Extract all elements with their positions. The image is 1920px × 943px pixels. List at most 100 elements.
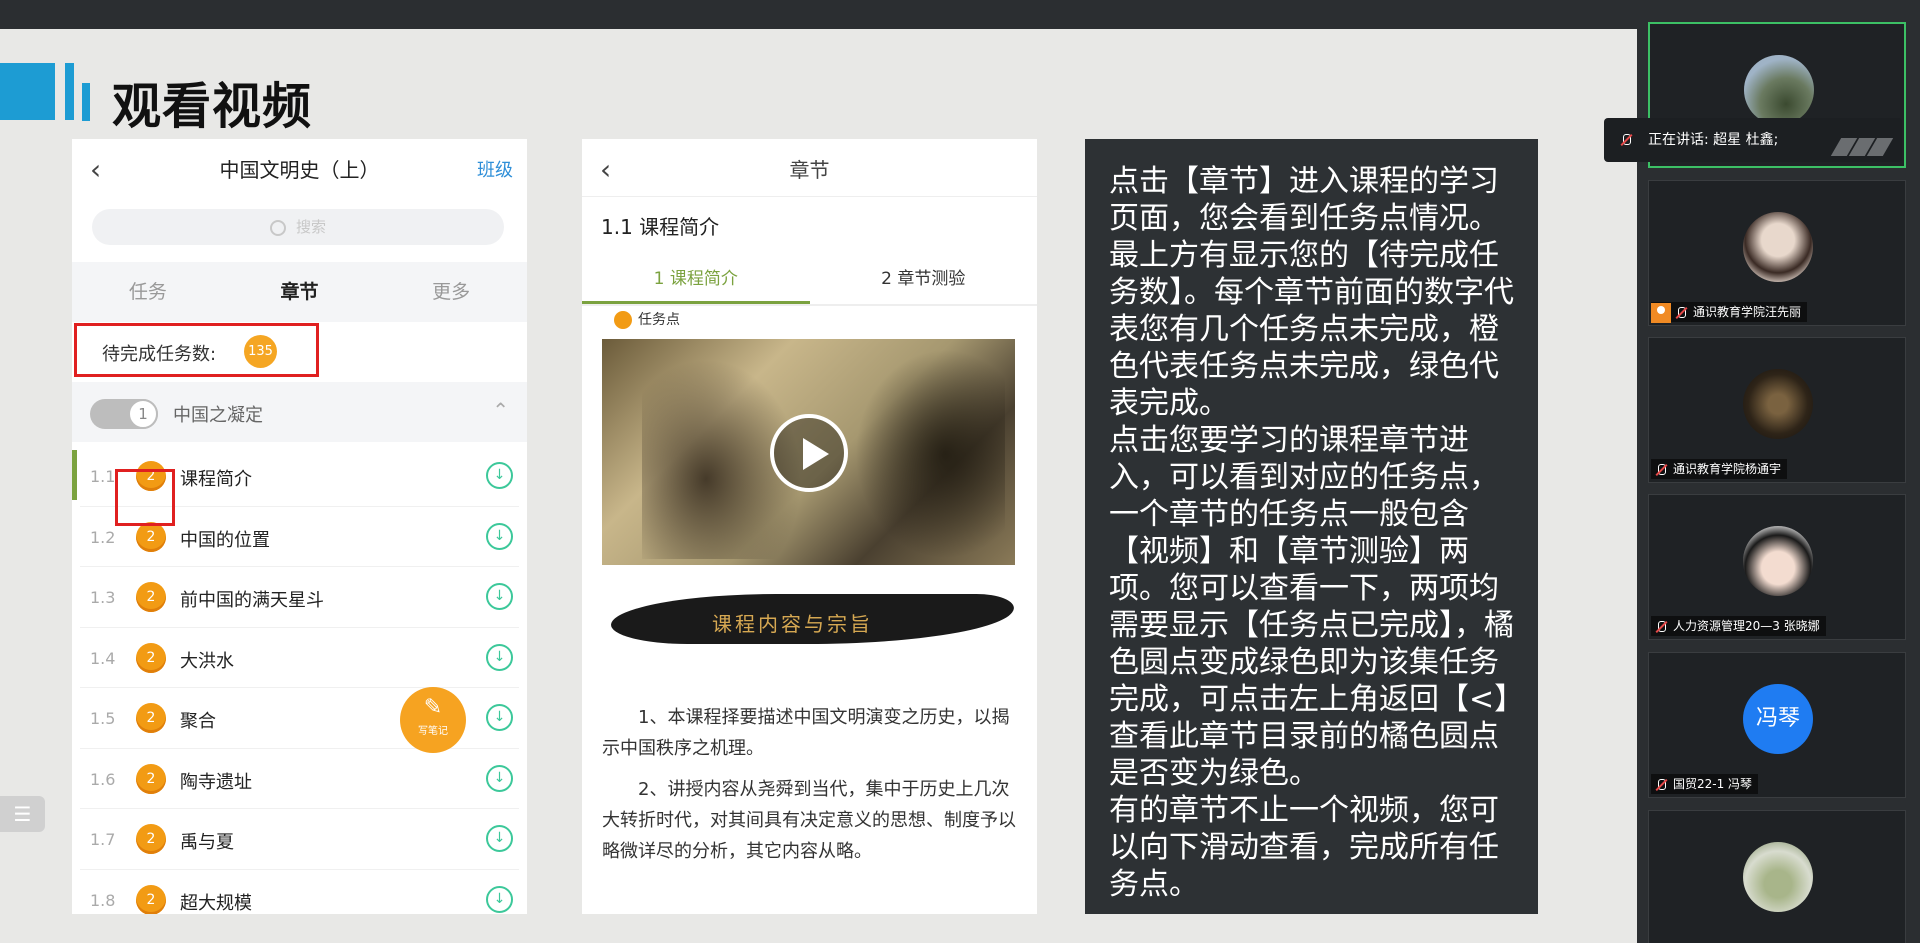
download-icon[interactable]: ↓ (486, 462, 513, 489)
chapter-index: 1 (128, 399, 158, 429)
avatar (1743, 369, 1813, 439)
mic-muted-icon (1655, 463, 1667, 476)
participant-tile[interactable] (1648, 810, 1906, 943)
participant-name-tag: 通识教育学院汪先丽 (1651, 302, 1808, 323)
section-number: 1.1 (90, 467, 116, 486)
slide-title: 观看视频 (112, 78, 313, 135)
task-count-badge: 2 (136, 642, 166, 673)
tab-course-intro[interactable]: 1 课程简介 (582, 254, 810, 304)
pending-tasks-bar: 待完成任务数: 135 (72, 322, 527, 382)
chevron-up-icon[interactable]: ⌃ (492, 398, 509, 422)
section-header: ‹ 章节 (582, 139, 1037, 197)
participant-tile[interactable]: 通识教育学院汪先丽 (1648, 180, 1906, 326)
task-count-badge: 2 (136, 884, 166, 914)
section-name: 大洪水 (180, 650, 234, 672)
host-icon (1651, 302, 1671, 323)
participant-tile[interactable]: 通识教育学院杨通宇 (1648, 337, 1906, 483)
list-item[interactable]: 1.3 2 前中国的满天星斗 ↓ (80, 567, 519, 628)
participant-tile[interactable]: 人力资源管理20—3 张晓娜 (1648, 494, 1906, 640)
course-chapter-screen: ‹ 中国文明史（上） 班级 搜索 任务 章节 更多 待完成任务数: 135 1 … (72, 139, 527, 914)
banner-text: 课程内容与宗旨 (712, 612, 873, 636)
instruction-panel: 点击【章节】进入课程的学习页面，您会看到任务点情况。最上方有显示您的【待完成任务… (1085, 139, 1538, 914)
avatar: 冯琴 (1743, 684, 1813, 754)
download-icon[interactable]: ↓ (486, 643, 513, 671)
title-decoration-bar-small (82, 83, 90, 121)
task-point-label: 任务点 (614, 309, 680, 329)
course-tabs: 任务 章节 更多 (72, 262, 527, 322)
avatar (1743, 212, 1813, 282)
chapter-toggle: 1 (90, 399, 158, 429)
paragraph: 1、本课程择要描述中国文明演变之历史，以揭示中国秩序之机理。 (602, 707, 1010, 759)
chapter-header[interactable]: 1 中国之凝定 ⌃ (72, 382, 527, 442)
section-tabs: 1 课程简介 2 章节测验 (582, 254, 1037, 306)
pending-tasks-label: 待完成任务数: (102, 344, 217, 365)
outline-menu-icon[interactable]: ☰ (0, 796, 45, 832)
tab-chapters[interactable]: 章节 (224, 262, 376, 322)
section-detail-screen: ‹ 章节 1.1 课程简介 1 课程简介 2 章节测验 任务点 课程内容与宗旨 … (582, 139, 1037, 914)
class-link[interactable]: 班级 (477, 156, 513, 182)
course-title: 中国文明史（上） (219, 158, 380, 182)
download-icon[interactable]: ↓ (486, 764, 513, 792)
play-icon[interactable] (770, 414, 848, 492)
search-icon (269, 219, 286, 236)
participant-tile[interactable]: 冯琴 国贸22-1 冯琴 (1648, 652, 1906, 798)
download-icon[interactable]: ↓ (486, 522, 513, 550)
mic-muted-icon (1655, 620, 1667, 633)
download-icon[interactable]: ↓ (486, 825, 513, 852)
speaking-text: 正在讲话: 超星 杜鑫; (1648, 132, 1779, 148)
video-player[interactable] (602, 339, 1015, 565)
task-count-badge: 2 (136, 763, 166, 794)
list-item[interactable]: 1.4 2 大洪水 ↓ (80, 628, 519, 688)
section-number: 1.8 (90, 890, 116, 910)
section-number: 1.5 (90, 709, 116, 728)
section-name: 中国的位置 (180, 529, 270, 551)
pending-count-badge: 135 (244, 335, 277, 368)
download-icon[interactable]: ↓ (486, 704, 513, 731)
collapse-arrow-icon[interactable] (1830, 130, 1894, 156)
list-item[interactable]: 1.7 2 禹与夏 ↓ (80, 809, 519, 870)
chapter-title: 中国之凝定 (173, 405, 263, 426)
avatar (1743, 842, 1813, 912)
section-screen-title: 章节 (789, 158, 830, 182)
mic-muted-icon (1655, 778, 1667, 791)
course-description: 1、本课程择要描述中国文明演变之历史，以揭示中国秩序之机理。 2、讲授内容从尧舜… (602, 702, 1017, 877)
edit-icon: ✎ (423, 695, 443, 720)
tab-more[interactable]: 更多 (375, 262, 527, 322)
speaking-indicator: 正在讲话: 超星 杜鑫; (1604, 118, 1902, 162)
mic-muted-icon (1620, 134, 1632, 146)
section-name: 课程简介 (180, 469, 252, 490)
write-note-button[interactable]: ✎ 写笔记 (400, 687, 466, 753)
tab-chapter-quiz[interactable]: 2 章节测验 (810, 254, 1038, 304)
task-count-badge: 2 (136, 521, 166, 552)
participant-name-tag: 国贸22-1 冯琴 (1651, 774, 1759, 794)
list-item[interactable]: 1.6 2 陶寺遗址 ↓ (80, 749, 519, 809)
list-item[interactable]: 1.8 2 超大规模 ↓ (80, 870, 519, 914)
mic-muted-icon (1675, 306, 1687, 319)
section-number: 1.2 (90, 527, 116, 547)
instruction-text: 点击【章节】进入课程的学习页面，您会看到任务点情况。最上方有显示您的【待完成任务… (1109, 164, 1514, 902)
download-icon[interactable]: ↓ (486, 885, 513, 913)
title-decoration-block (0, 63, 55, 120)
section-name: 禹与夏 (180, 832, 234, 853)
download-icon[interactable]: ↓ (486, 583, 513, 610)
task-status-dot-icon (614, 311, 632, 329)
section-number: 1.3 (90, 588, 116, 607)
section-name: 前中国的满天星斗 (180, 590, 324, 611)
section-number: 1.4 (90, 648, 116, 668)
first-item-highlight-box (115, 469, 175, 526)
task-count-badge: 2 (136, 703, 166, 733)
avatar (1743, 526, 1813, 596)
participant-name-tag: 通识教育学院杨通宇 (1651, 459, 1788, 479)
section-number: 1.7 (90, 830, 116, 849)
participant-name-tag: 人力资源管理20—3 张晓娜 (1651, 616, 1826, 636)
task-count-badge: 2 (136, 582, 166, 612)
paragraph: 2、讲授内容从尧舜到当代，集中于历史上几次大转折时代，对其间具有决定意义的思想、… (602, 779, 1016, 862)
course-header: ‹ 中国文明史（上） 班级 (72, 139, 527, 197)
section-number: 1.6 (90, 769, 116, 789)
title-decoration-bar (65, 63, 74, 120)
search-placeholder: 搜索 (295, 218, 326, 236)
task-count-badge: 2 (136, 824, 166, 854)
tab-tasks[interactable]: 任务 (72, 262, 224, 322)
search-input[interactable]: 搜索 (92, 209, 504, 245)
content-banner: 课程内容与宗旨 (607, 584, 1017, 654)
